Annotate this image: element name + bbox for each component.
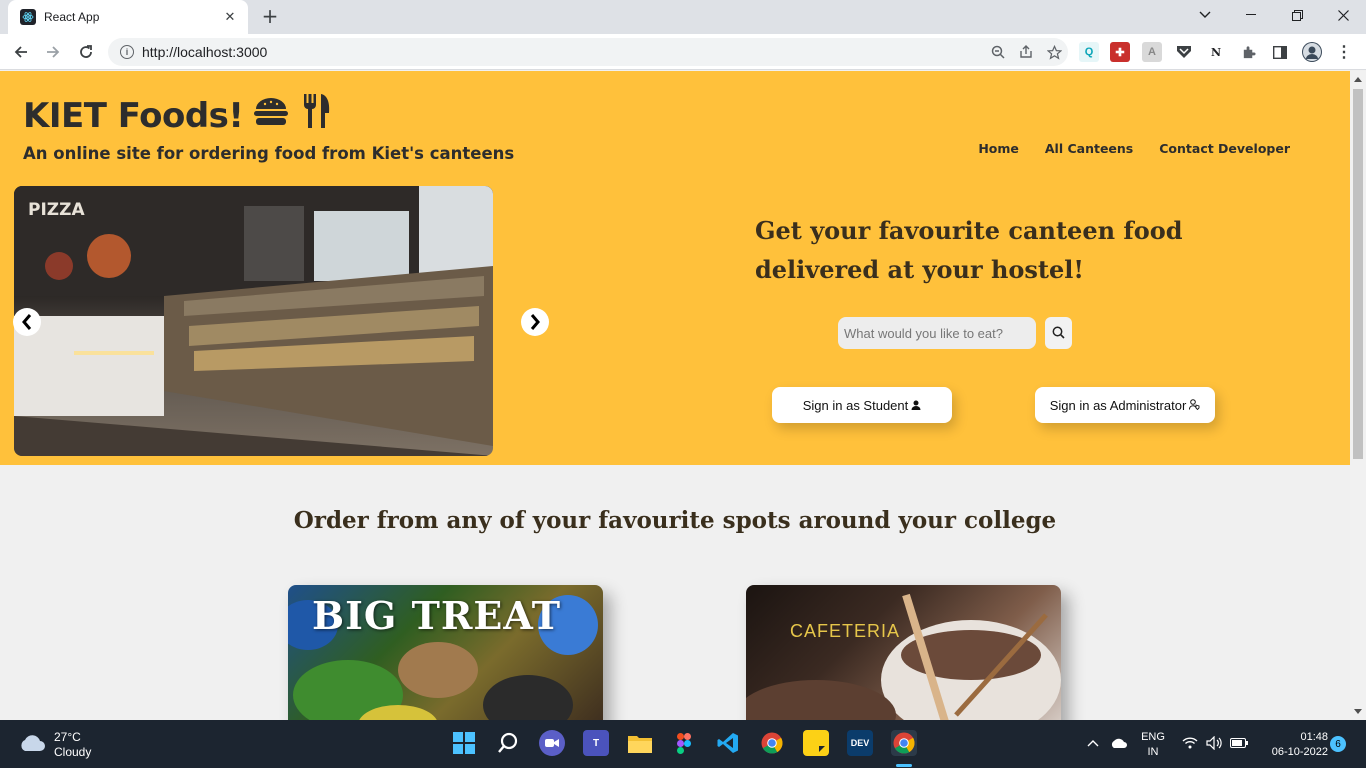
new-tab-button[interactable]: +	[259, 6, 281, 28]
extension-n-icon[interactable]: N	[1206, 42, 1226, 62]
minimize-button[interactable]	[1228, 0, 1274, 30]
react-favicon-icon	[20, 9, 36, 25]
back-button[interactable]	[9, 40, 33, 64]
hero-section: KIET Foods! An online site for ordering …	[0, 71, 1350, 465]
vscode-icon[interactable]	[715, 730, 741, 756]
tab-title: React App	[44, 10, 100, 24]
carousel-image: PIZZA	[14, 186, 493, 456]
hero-headline-line1: Get your favourite canteen food	[755, 216, 1183, 245]
hero-headline-line2: delivered at your hostel!	[755, 255, 1084, 284]
page-viewport: KIET Foods! An online site for ordering …	[0, 71, 1350, 720]
show-hidden-icons-chevron-icon[interactable]	[1083, 730, 1103, 756]
figma-icon[interactable]	[671, 730, 697, 756]
canteen-card-big-treat[interactable]: BIG TREAT	[288, 585, 603, 720]
clock[interactable]: 01:48 06-10-2022	[1256, 730, 1328, 760]
spots-section-title: Order from any of your favourite spots a…	[293, 507, 1057, 534]
forward-button[interactable]	[41, 40, 65, 64]
dev-app-icon[interactable]: DEV	[847, 730, 873, 756]
extensions-puzzle-icon[interactable]	[1238, 42, 1258, 62]
tagline: An online site for ordering food from Ki…	[23, 144, 515, 163]
browser-toolbar: i http://localhost:3000 Q ✚ A N ⋮	[0, 34, 1366, 70]
chat-icon[interactable]	[539, 730, 565, 756]
utensils-icon	[301, 93, 331, 138]
nav-contact-developer-link[interactable]: Contact Developer	[1159, 141, 1290, 156]
url-text[interactable]: http://localhost:3000	[142, 44, 984, 60]
big-treat-label: BIG TREAT	[312, 593, 562, 638]
search-button[interactable]	[1045, 317, 1072, 349]
nav-all-canteens-link[interactable]: All Canteens	[1045, 141, 1133, 156]
cafeteria-label: CAFETERIA	[790, 621, 901, 641]
page-scrollbar[interactable]	[1350, 71, 1366, 720]
close-window-button[interactable]	[1320, 0, 1366, 30]
language-indicator[interactable]: ENG IN	[1138, 730, 1168, 760]
canteen-card-cafeteria[interactable]: CAFETERIA	[746, 585, 1061, 720]
browser-tab[interactable]: React App ✕	[8, 0, 248, 34]
weather-widget[interactable]: 27°C Cloudy	[18, 730, 91, 760]
user-solid-icon	[911, 398, 921, 413]
address-bar[interactable]: i http://localhost:3000	[108, 38, 1068, 66]
main-nav: Home All Canteens Contact Developer	[978, 141, 1290, 156]
profile-avatar[interactable]	[1302, 42, 1322, 62]
file-explorer-icon[interactable]	[627, 730, 653, 756]
burger-icon	[253, 96, 289, 136]
nav-home-link[interactable]: Home	[978, 141, 1019, 156]
zoom-icon[interactable]	[984, 38, 1012, 66]
search-icon	[1052, 324, 1065, 343]
sign-in-admin-label: Sign in as Administrator	[1049, 397, 1187, 413]
browser-tab-bar: React App ✕ +	[0, 0, 1366, 34]
weather-condition: Cloudy	[54, 745, 92, 759]
site-info-icon[interactable]: i	[120, 45, 134, 59]
scroll-thumb[interactable]	[1353, 89, 1363, 459]
extension-shield-icon[interactable]	[1174, 42, 1194, 62]
scroll-down-icon[interactable]	[1354, 709, 1362, 714]
sticky-notes-icon[interactable]	[803, 730, 829, 756]
onedrive-cloud-icon[interactable]	[1108, 730, 1130, 756]
chrome-icon[interactable]	[759, 730, 785, 756]
carousel-next-button[interactable]	[521, 308, 549, 336]
side-panel-icon[interactable]	[1270, 42, 1290, 62]
windows-taskbar: 27°C Cloudy T DEV ENG IN 01:48 06-10-202…	[0, 720, 1366, 768]
volume-icon[interactable]	[1204, 730, 1224, 756]
tab-search-chevron-icon[interactable]	[1182, 0, 1228, 30]
notification-badge[interactable]: 6	[1330, 736, 1346, 752]
clock-time: 01:48	[1300, 731, 1328, 743]
carousel-pizza-sign: PIZZA	[28, 200, 85, 220]
weather-temperature: 27°C	[54, 730, 81, 744]
windows-start-icon[interactable]	[451, 730, 477, 756]
canteen-carousel[interactable]: PIZZA	[14, 186, 493, 456]
carousel-prev-button[interactable]	[13, 308, 41, 336]
wifi-icon[interactable]	[1180, 730, 1200, 756]
region-code: IN	[1147, 746, 1159, 758]
tab-close-icon[interactable]: ✕	[222, 10, 238, 25]
sign-in-admin-button[interactable]: Sign in as Administrator	[1035, 387, 1215, 423]
restore-button[interactable]	[1274, 0, 1320, 30]
brand-text: KIET Foods!	[23, 95, 244, 136]
food-search-input[interactable]	[838, 317, 1036, 349]
language-code: ENG	[1141, 731, 1165, 743]
sign-in-student-label: Sign in as Student	[802, 397, 909, 413]
sign-in-student-button[interactable]: Sign in as Student	[772, 387, 952, 423]
share-icon[interactable]	[1012, 38, 1040, 66]
extension-grey-icon[interactable]: A	[1142, 42, 1162, 62]
active-app-indicator	[896, 764, 912, 767]
bookmark-star-icon[interactable]	[1040, 38, 1068, 66]
teams-icon[interactable]: T	[583, 730, 609, 756]
brand-title[interactable]: KIET Foods!	[23, 93, 331, 138]
scroll-up-icon[interactable]	[1354, 77, 1362, 82]
hero-headline: Get your favourite canteen food delivere…	[755, 211, 1185, 289]
search-taskbar-icon[interactable]	[495, 730, 521, 756]
reload-button[interactable]	[74, 40, 98, 64]
browser-menu-icon[interactable]: ⋮	[1334, 42, 1354, 62]
user-shield-icon	[1189, 398, 1200, 413]
battery-icon[interactable]	[1228, 730, 1250, 756]
extension-red-icon[interactable]: ✚	[1110, 42, 1130, 62]
extension-loop-icon[interactable]: Q	[1079, 42, 1099, 62]
cloud-icon	[18, 733, 46, 757]
clock-date: 06-10-2022	[1271, 746, 1328, 758]
chrome-dev-active-icon[interactable]	[891, 730, 917, 756]
